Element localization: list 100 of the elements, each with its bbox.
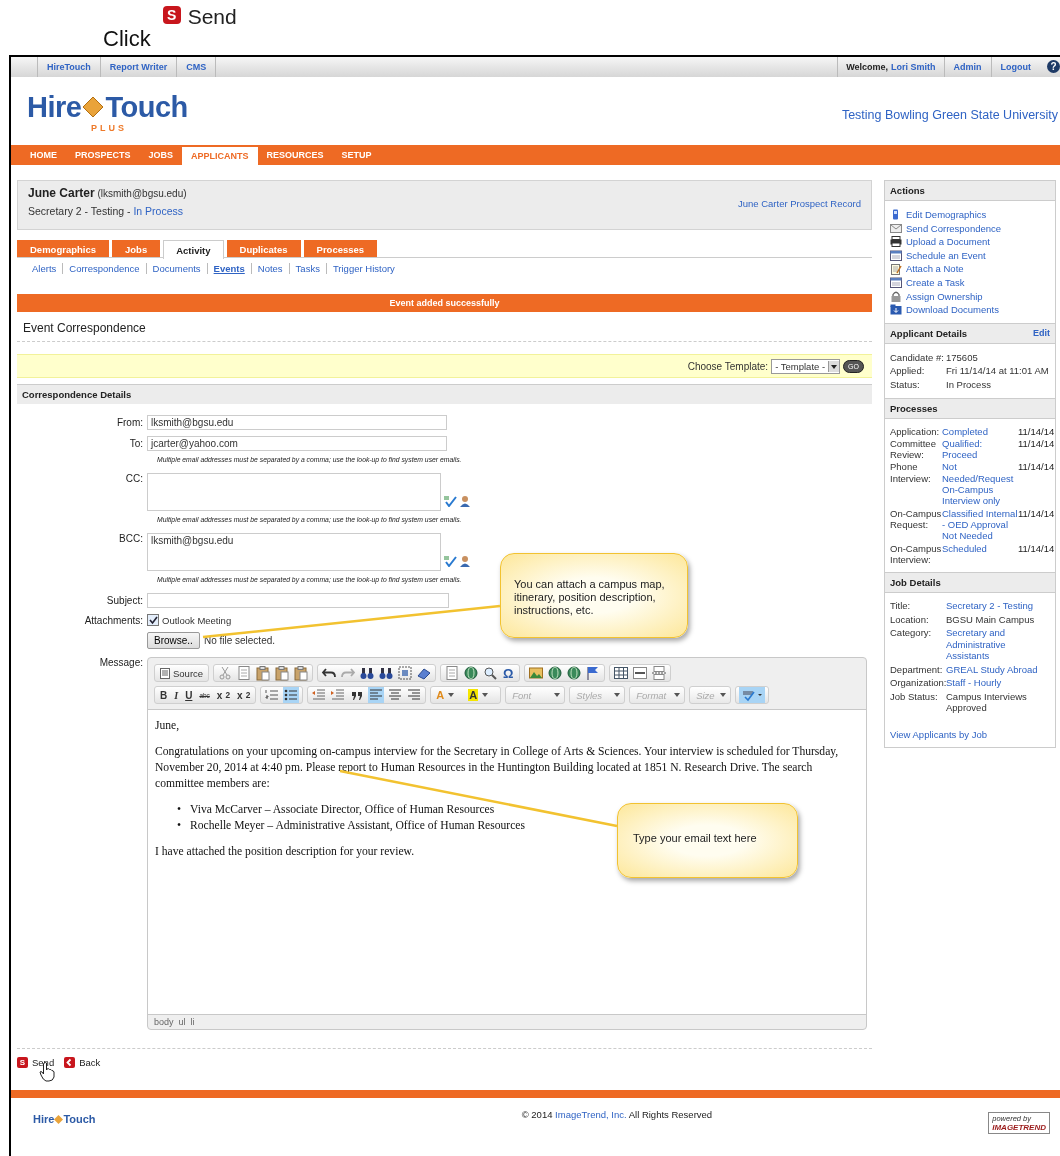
company-link[interactable]: ImageTrend, Inc.: [555, 1109, 627, 1120]
to-field[interactable]: jcarter@yahoo.com: [147, 436, 447, 451]
table-icon[interactable]: [612, 665, 629, 681]
format-button[interactable]: B: [158, 689, 170, 701]
format-button[interactable]: U: [183, 689, 195, 701]
top-link[interactable]: Admin: [943, 57, 991, 77]
page-break-icon[interactable]: [650, 665, 667, 681]
logo-text: Touch: [105, 91, 188, 123]
document-icon[interactable]: [236, 665, 253, 681]
process-status-link[interactable]: Completed: [942, 425, 1018, 437]
edit-link[interactable]: Edit: [1033, 327, 1050, 339]
globe-icon[interactable]: [565, 665, 582, 681]
background-color-button[interactable]: A: [466, 689, 498, 701]
action-link[interactable]: Assign Ownership: [906, 289, 983, 304]
align-left-icon[interactable]: [368, 687, 385, 703]
top-link[interactable]: Logout: [990, 57, 1040, 77]
nav-tab[interactable]: APPLICANTS: [182, 147, 258, 165]
bcc-field[interactable]: lksmith@bgsu.edu: [147, 533, 441, 571]
folder-icon[interactable]: [890, 304, 902, 316]
person-icon[interactable]: [459, 555, 471, 567]
flag-icon[interactable]: [584, 665, 601, 681]
action-link[interactable]: Send Correspondence: [906, 221, 1002, 236]
find-icon[interactable]: [359, 665, 376, 681]
image-icon[interactable]: [527, 665, 544, 681]
printer-icon[interactable]: [890, 236, 902, 248]
job-detail-link[interactable]: GREAL Study Abroad: [946, 663, 1050, 676]
top-link[interactable]: CMS: [176, 57, 217, 77]
action-link[interactable]: Attach a Note: [906, 262, 964, 276]
browse-button[interactable]: Browse..: [147, 632, 200, 649]
callout: You can attach a campus map, itinerary, position description, instructions, etc.: [500, 553, 688, 638]
back-button[interactable]: Back: [64, 1057, 101, 1068]
editor-content[interactable]: [148, 709, 866, 1015]
notepad-icon[interactable]: [890, 263, 902, 275]
subtab-link[interactable]: Alerts: [32, 263, 63, 274]
job-detail-link[interactable]: Staff - Hourly: [946, 677, 1050, 689]
document-icon: [160, 667, 170, 679]
subtab-link[interactable]: Tasks: [288, 263, 326, 274]
process-status-link[interactable]: Scheduled: [942, 542, 1018, 566]
preview-icon[interactable]: [482, 665, 499, 681]
action-link[interactable]: Schedule an Event: [906, 248, 986, 263]
spellcheck-icon[interactable]: [443, 495, 457, 507]
subtab-link[interactable]: Correspondence: [62, 263, 146, 274]
paste-icon[interactable]: [274, 665, 291, 681]
format-button[interactable]: I: [172, 689, 181, 701]
process-status-link[interactable]: Classified Internal - OED Approval Not Needed: [942, 507, 1018, 542]
subtab-link[interactable]: Trigger History: [325, 263, 401, 274]
tab[interactable]: Activity: [163, 240, 224, 259]
find-icon[interactable]: [378, 665, 395, 681]
calendar-icon[interactable]: [890, 277, 902, 289]
subject-field[interactable]: [147, 593, 449, 608]
process-status-link[interactable]: Not Needed/Request On-Campus Interview only: [942, 461, 1018, 507]
person-icon[interactable]: [459, 495, 471, 507]
prospect-record-link[interactable]: June Carter Prospect Record: [737, 198, 861, 209]
success-banner: Event added successfully: [17, 294, 872, 312]
top-link[interactable]: Report Writer: [99, 57, 177, 77]
cc-field[interactable]: [147, 473, 441, 511]
paste-icon[interactable]: [255, 665, 272, 681]
detail-label: Candidate #:: [890, 350, 945, 365]
help-icon[interactable]: ?: [1047, 60, 1060, 73]
welcome-text: Welcome,: [846, 62, 888, 72]
paste-icon[interactable]: [293, 665, 310, 681]
status-link[interactable]: In Process: [133, 205, 184, 217]
subtab-link[interactable]: Events: [206, 263, 251, 274]
align-right-icon[interactable]: [406, 687, 423, 703]
template-select[interactable]: - Template -: [771, 358, 841, 374]
callout: Type your email text here: [617, 803, 798, 878]
element-path-link[interactable]: ul: [178, 1017, 186, 1027]
user-link[interactable]: Lori Smith: [891, 62, 936, 72]
view-applicants-link[interactable]: View Applicants by Job: [890, 727, 1050, 742]
bulleted-list-icon[interactable]: [283, 687, 300, 703]
action-link[interactable]: Download Documents: [906, 303, 999, 317]
job-detail-link[interactable]: Secretary and Administrative Assistants: [946, 627, 1050, 662]
special-character-button[interactable]: Ω: [501, 665, 516, 681]
subtab-link[interactable]: Notes: [250, 263, 289, 274]
outdent-icon[interactable]: [311, 687, 328, 703]
from-field[interactable]: lksmith@bgsu.edu: [147, 415, 447, 430]
job-detail-label: Organization:: [890, 677, 946, 689]
subtab-link[interactable]: Documents: [145, 263, 207, 274]
calendar-icon[interactable]: [890, 250, 902, 262]
institution-link[interactable]: Testing Bowling Green State University: [841, 108, 1058, 122]
checkbox-label: Outlook Meeting: [162, 614, 232, 626]
element-path-link[interactable]: body: [154, 1017, 174, 1027]
globe-icon[interactable]: [463, 665, 480, 681]
action-link[interactable]: Edit Demographics: [906, 208, 987, 222]
action-link[interactable]: Upload a Document: [906, 235, 990, 249]
process-status-link[interactable]: Qualified: Proceed: [942, 437, 1018, 461]
job-detail-value: Campus Interviews Approved: [946, 690, 1028, 714]
action-link[interactable]: Create a Task: [906, 275, 965, 290]
cut-icon[interactable]: [217, 665, 234, 681]
field-label: BCC:: [118, 533, 143, 544]
element-path-link[interactable]: li: [190, 1017, 195, 1027]
lock-icon[interactable]: [890, 290, 902, 302]
checkbox[interactable]: [147, 614, 159, 626]
spellcheck-icon[interactable]: [443, 555, 457, 567]
copyright-text: © 2014: [521, 1109, 553, 1120]
top-link[interactable]: HireTouch: [37, 57, 100, 77]
document-icon[interactable]: [444, 665, 461, 681]
align-center-icon[interactable]: [387, 687, 404, 703]
globe-icon[interactable]: [546, 665, 563, 681]
job-detail-link[interactable]: Secretary 2 - Testing: [946, 600, 1050, 612]
